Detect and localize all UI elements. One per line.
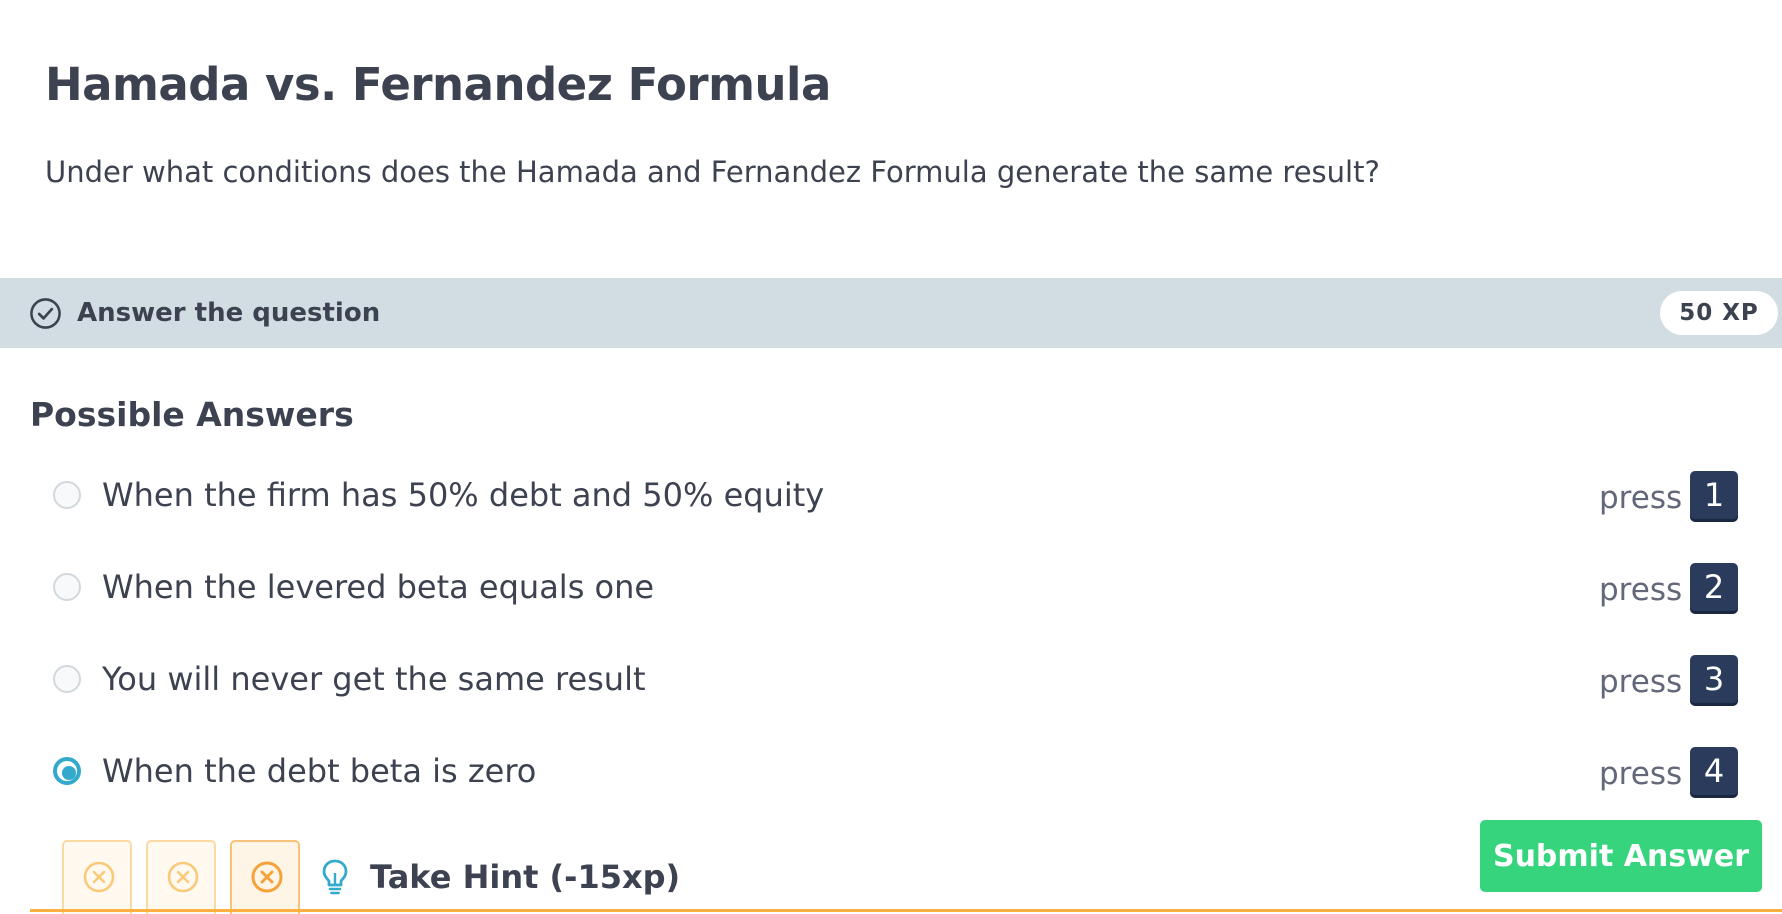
- take-hint-button[interactable]: Take Hint (-15xp): [370, 858, 680, 896]
- keyboard-shortcut-key: 4: [1690, 747, 1738, 795]
- press-label: press: [1599, 756, 1683, 792]
- attempts-divider: [30, 909, 1782, 912]
- answer-text[interactable]: When the debt beta is zero: [102, 752, 536, 790]
- radio-button[interactable]: [53, 481, 81, 509]
- keyboard-shortcut-key: 2: [1690, 563, 1738, 611]
- x-circle-icon: [167, 861, 199, 893]
- attempt-tab-2: [146, 840, 216, 914]
- exercise-title: Hamada vs. Fernandez Formula: [45, 58, 831, 111]
- answer-text[interactable]: You will never get the same result: [102, 660, 646, 698]
- radio-button-selected[interactable]: [53, 757, 81, 785]
- radio-button[interactable]: [53, 665, 81, 693]
- x-circle-icon: [83, 861, 115, 893]
- press-label: press: [1599, 664, 1683, 700]
- x-circle-icon: [251, 861, 283, 893]
- check-circle-icon: [30, 298, 61, 329]
- answer-option-1[interactable]: When the firm has 50% debt and 50% equit…: [0, 466, 1782, 526]
- answer-text[interactable]: When the levered beta equals one: [102, 568, 654, 606]
- press-label: press: [1599, 572, 1683, 608]
- answer-option-2[interactable]: When the levered beta equals one press 2: [0, 558, 1782, 618]
- lightbulb-icon[interactable]: [320, 858, 350, 896]
- keyboard-shortcut-key: 1: [1690, 471, 1738, 519]
- attempt-tab-1: [62, 840, 132, 914]
- task-bar: Answer the question 50 XP: [0, 278, 1782, 348]
- answer-option-3[interactable]: You will never get the same result press…: [0, 650, 1782, 710]
- xp-badge: 50 XP: [1660, 291, 1778, 335]
- answer-option-4[interactable]: When the debt beta is zero press 4: [0, 742, 1782, 802]
- submit-answer-button[interactable]: Submit Answer: [1480, 820, 1762, 892]
- answer-text[interactable]: When the firm has 50% debt and 50% equit…: [102, 476, 824, 514]
- possible-answers-heading: Possible Answers: [30, 395, 354, 434]
- question-text: Under what conditions does the Hamada an…: [45, 155, 1380, 189]
- press-label: press: [1599, 480, 1683, 516]
- radio-button[interactable]: [53, 573, 81, 601]
- keyboard-shortcut-key: 3: [1690, 655, 1738, 703]
- task-label: Answer the question: [77, 298, 381, 328]
- attempt-tab-3: [230, 840, 300, 914]
